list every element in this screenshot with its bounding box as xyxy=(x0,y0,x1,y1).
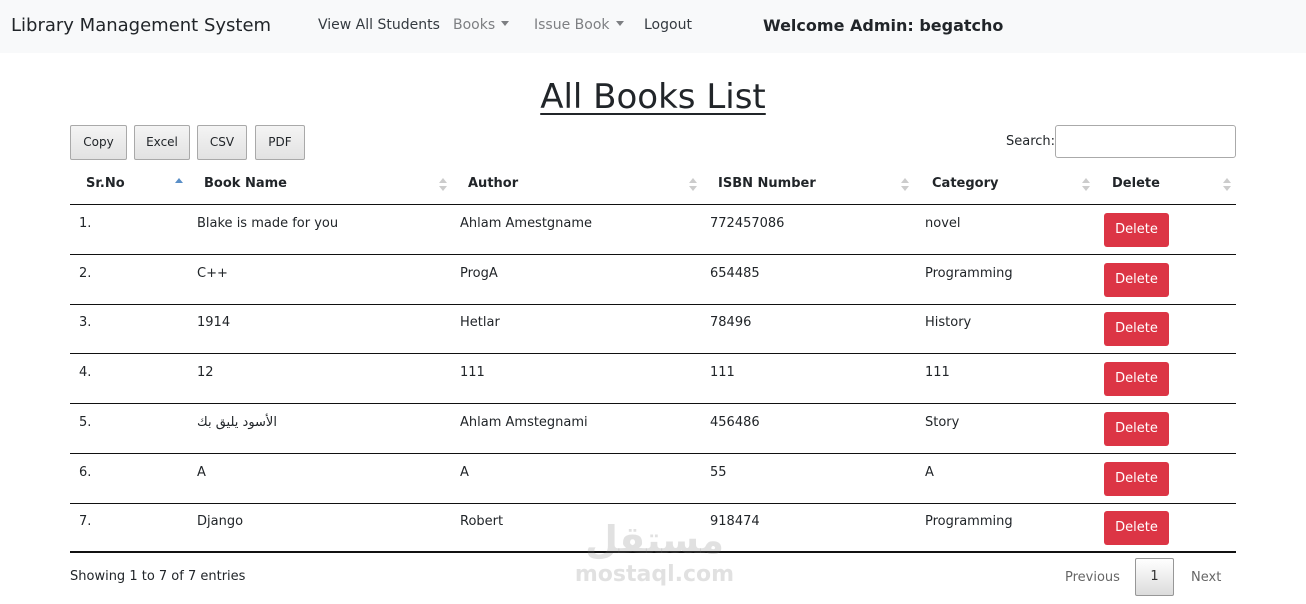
cell-sr-no: 4. xyxy=(79,365,92,380)
cell-book-name: A xyxy=(197,465,206,480)
delete-button[interactable]: Delete xyxy=(1104,263,1169,297)
cell-category: Programming xyxy=(925,514,1013,529)
cell-sr-no: 2. xyxy=(79,266,92,281)
cell-isbn: 456486 xyxy=(710,415,760,430)
nav-logout[interactable]: Logout xyxy=(644,17,692,33)
cell-author: Robert xyxy=(460,514,504,529)
cell-author: 111 xyxy=(460,365,485,380)
excel-button[interactable]: Excel xyxy=(134,125,190,160)
nav-issue-book-dropdown[interactable]: Issue Book xyxy=(534,17,624,33)
cell-author: Ahlam Amstegnami xyxy=(460,415,588,430)
delete-button[interactable]: Delete xyxy=(1104,362,1169,396)
cell-sr-no: 6. xyxy=(79,465,92,480)
watermark-latin: mostaql.com xyxy=(574,562,735,587)
search-label: Search: xyxy=(1006,134,1056,149)
pagination-next[interactable]: Next xyxy=(1191,570,1221,585)
sort-icon xyxy=(689,178,697,192)
col-header-sr-no[interactable]: Sr.No xyxy=(86,176,125,191)
pagination-page-1[interactable]: 1 xyxy=(1135,558,1174,596)
cell-book-name: الأسود يليق بك xyxy=(197,415,277,430)
cell-category: A xyxy=(925,465,934,480)
cell-sr-no: 5. xyxy=(79,415,92,430)
sort-icon xyxy=(439,178,447,192)
page-title: All Books List xyxy=(540,77,766,117)
delete-button[interactable]: Delete xyxy=(1104,511,1169,545)
table-row: 5. الأسود يليق بك Ahlam Amstegnami 45648… xyxy=(70,404,1236,454)
sort-asc-icon xyxy=(175,178,183,192)
cell-author: A xyxy=(460,465,469,480)
cell-category: History xyxy=(925,315,972,330)
table-row: 6. A A 55 A Delete xyxy=(70,454,1236,504)
col-header-delete[interactable]: Delete xyxy=(1112,176,1160,191)
delete-button[interactable]: Delete xyxy=(1104,462,1169,496)
cell-category: Programming xyxy=(925,266,1013,281)
cell-author: Ahlam Amestgname xyxy=(460,216,593,231)
cell-book-name: C++ xyxy=(197,266,228,281)
cell-isbn: 772457086 xyxy=(710,216,785,231)
search-input[interactable] xyxy=(1055,125,1236,158)
brand-title[interactable]: Library Management System xyxy=(11,15,271,36)
table-row: 4. 12 111 111 111 Delete xyxy=(70,354,1236,404)
table-header: Sr.No Book Name Author ISBN Number Categ… xyxy=(70,165,1236,205)
col-header-isbn[interactable]: ISBN Number xyxy=(718,176,816,191)
table-row: 2. C++ ProgA 654485 Programming Delete xyxy=(70,255,1236,305)
col-header-author[interactable]: Author xyxy=(468,176,518,191)
delete-button[interactable]: Delete xyxy=(1104,412,1169,446)
col-header-category[interactable]: Category xyxy=(932,176,998,191)
sort-icon xyxy=(1082,178,1090,192)
sort-icon xyxy=(901,178,909,192)
navbar: Library Management System View All Stude… xyxy=(0,0,1306,53)
pagination-previous[interactable]: Previous xyxy=(1065,570,1120,585)
cell-category: novel xyxy=(925,216,961,231)
sort-icon xyxy=(1223,178,1231,192)
table-info: Showing 1 to 7 of 7 entries xyxy=(70,569,246,584)
cell-category: Story xyxy=(925,415,960,430)
cell-isbn: 654485 xyxy=(710,266,760,281)
col-header-book-name[interactable]: Book Name xyxy=(204,176,287,191)
copy-button[interactable]: Copy xyxy=(70,125,127,160)
delete-button[interactable]: Delete xyxy=(1104,213,1169,247)
cell-isbn: 78496 xyxy=(710,315,752,330)
table-row: 7. Django Robert 918474 Programming Dele… xyxy=(70,503,1236,553)
caret-down-icon xyxy=(615,20,624,26)
cell-sr-no: 3. xyxy=(79,315,92,330)
cell-book-name: Django xyxy=(197,514,244,529)
cell-book-name: 12 xyxy=(197,365,214,380)
delete-button[interactable]: Delete xyxy=(1104,312,1169,346)
cell-sr-no: 7. xyxy=(79,514,92,529)
table-row: 3. 1914 Hetlar 78496 History Delete xyxy=(70,304,1236,354)
nav-issue-book-label: Issue Book xyxy=(534,17,610,33)
caret-down-icon xyxy=(501,20,510,26)
csv-button[interactable]: CSV xyxy=(197,125,247,160)
nav-view-all-students[interactable]: View All Students xyxy=(318,17,440,33)
table-row: 1. Blake is made for you Ahlam Amestgnam… xyxy=(70,205,1236,255)
cell-book-name: Blake is made for you xyxy=(197,216,339,231)
cell-category: 111 xyxy=(925,365,950,380)
cell-sr-no: 1. xyxy=(79,216,92,231)
welcome-text: Welcome Admin: begatcho xyxy=(763,16,1004,35)
nav-books-label: Books xyxy=(453,17,496,33)
cell-author: Hetlar xyxy=(460,315,500,330)
cell-isbn: 55 xyxy=(710,465,727,480)
pdf-button[interactable]: PDF xyxy=(255,125,305,160)
nav-books-dropdown[interactable]: Books xyxy=(453,17,510,33)
cell-isbn: 918474 xyxy=(710,514,760,529)
cell-isbn: 111 xyxy=(710,365,735,380)
cell-book-name: 1914 xyxy=(197,315,231,330)
cell-author: ProgA xyxy=(460,266,498,281)
